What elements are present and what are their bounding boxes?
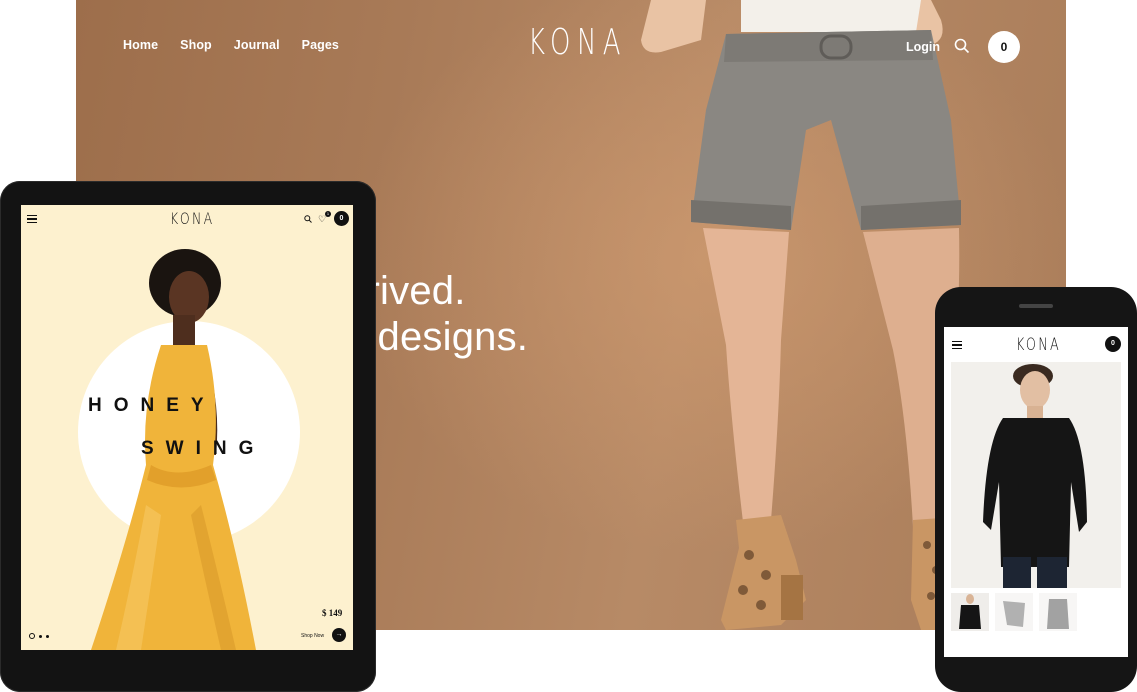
- slider-dots: [29, 633, 49, 639]
- nav-journal[interactable]: Journal: [234, 38, 280, 52]
- site-logo[interactable]: KONA: [528, 22, 627, 63]
- nav-home[interactable]: Home: [123, 38, 158, 52]
- hamburger-menu-icon[interactable]: [27, 215, 37, 225]
- product-image: [951, 362, 1121, 588]
- slider-dot-3[interactable]: [46, 634, 49, 638]
- thumbnail-1[interactable]: [951, 593, 989, 631]
- main-nav: Home Shop Journal Pages: [123, 38, 339, 52]
- hero-model-image: [91, 249, 256, 650]
- cart-button[interactable]: 0: [988, 31, 1020, 63]
- phone-logo[interactable]: KONA: [1016, 335, 1061, 355]
- hamburger-menu-icon[interactable]: [952, 341, 962, 351]
- phone-speaker: [1019, 304, 1053, 308]
- tablet-device: HONEY SWING KONA ♡ 1 0 $ 149 Shop Now →: [0, 181, 376, 692]
- nav-pages[interactable]: Pages: [302, 38, 339, 52]
- thumbnail-3[interactable]: [1039, 593, 1077, 631]
- search-icon[interactable]: [304, 215, 312, 223]
- product-price: $ 149: [322, 608, 343, 618]
- hero-word-honey: HONEY: [88, 395, 216, 416]
- nav-shop[interactable]: Shop: [180, 38, 212, 52]
- cart-button[interactable]: 0: [334, 211, 349, 226]
- slider-dot-1[interactable]: [29, 633, 35, 639]
- wishlist-count-badge: 1: [325, 211, 331, 217]
- shop-now-link[interactable]: Shop Now: [301, 633, 324, 639]
- hero-word-swing: SWING: [141, 438, 266, 459]
- tablet-screen: HONEY SWING KONA ♡ 1 0 $ 149 Shop Now →: [21, 205, 353, 650]
- login-link[interactable]: Login: [906, 40, 940, 54]
- thumbnail-2[interactable]: [995, 593, 1033, 631]
- product-thumbnails: [951, 593, 1077, 631]
- cart-button[interactable]: 0: [1105, 336, 1121, 352]
- slider-dot-2[interactable]: [39, 634, 42, 638]
- phone-device: KONA 0: [935, 287, 1137, 692]
- arrow-right-icon[interactable]: →: [332, 628, 346, 642]
- search-icon[interactable]: [954, 38, 970, 54]
- tablet-logo[interactable]: KONA: [170, 209, 215, 228]
- phone-screen: KONA 0: [944, 327, 1128, 657]
